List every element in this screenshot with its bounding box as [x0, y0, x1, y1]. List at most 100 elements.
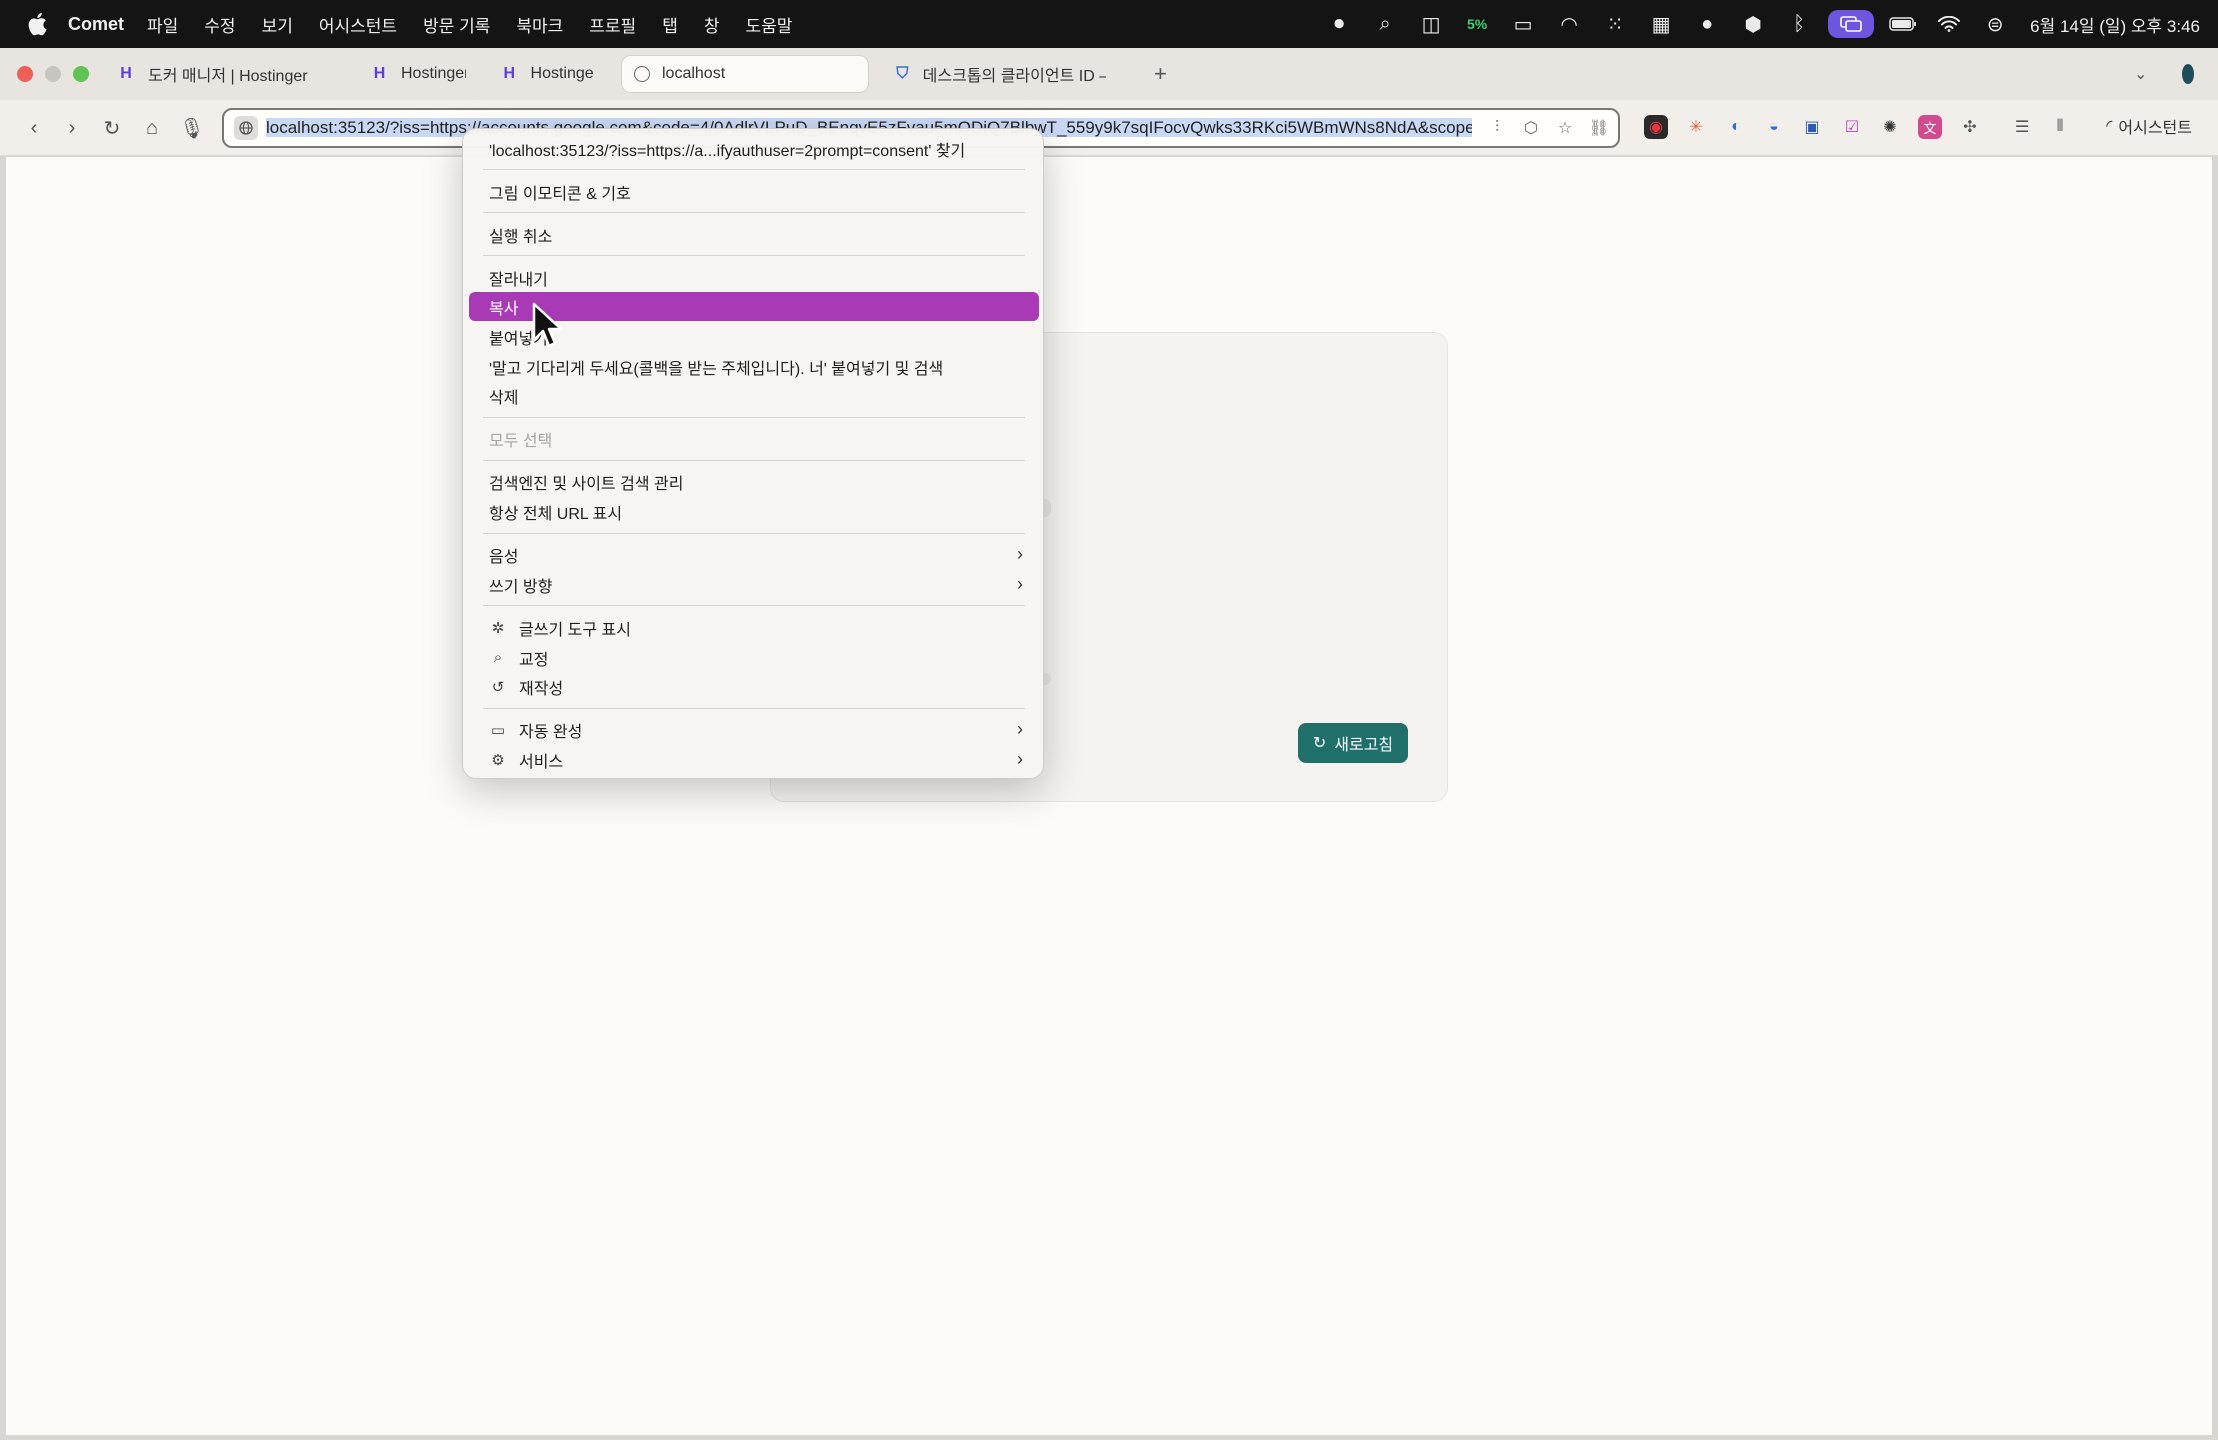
extension-openai-icon[interactable]: ✺	[1878, 115, 1902, 139]
menu-item-select-all[interactable]: 모두 선택	[469, 424, 1039, 453]
menu-tab[interactable]: 탭	[662, 12, 678, 37]
writing-tools-icon: ✲	[491, 619, 505, 637]
menu-history[interactable]: 방문 기록	[423, 12, 490, 37]
chat-bubble-icon[interactable]: ●	[1684, 0, 1730, 48]
reading-list-icon[interactable]: ☰	[2010, 115, 2034, 139]
tab-google-client-id[interactable]: ⛉ 데스크톱의 클라이언트 ID – Goo	[882, 56, 1118, 92]
screenshot-icon[interactable]: ◫	[1408, 0, 1454, 48]
app-menu-comet[interactable]: Comet	[68, 14, 124, 35]
menu-item-label: 재작성	[519, 680, 564, 698]
binoculars-icon[interactable]: ⌕	[1362, 0, 1408, 48]
bluetooth-icon[interactable]: ᛒ	[1776, 0, 1822, 48]
hexagon-icon[interactable]: ⬢	[1730, 0, 1776, 48]
forward-button[interactable]: ›	[56, 112, 88, 144]
window-minimize-button[interactable]	[45, 66, 61, 82]
back-button[interactable]: ‹	[18, 112, 50, 144]
menu-item-label: 서비스	[519, 753, 564, 771]
menu-file[interactable]: 파일	[147, 12, 178, 37]
window-close-button[interactable]	[17, 66, 33, 82]
menu-item-services[interactable]: ⚙ 서비스 ›	[469, 745, 1039, 774]
menu-item-rewrite[interactable]: ↺ 재작성	[469, 672, 1039, 701]
menu-help[interactable]: 도움말	[745, 12, 792, 37]
reload-icon[interactable]: ↻	[96, 112, 128, 144]
menu-bookmarks[interactable]: 북마크	[516, 12, 563, 37]
apple-icon[interactable]	[20, 12, 54, 36]
menu-item-speech[interactable]: 음성 ›	[469, 540, 1039, 569]
extension-check-icon[interactable]: ☑	[1840, 115, 1864, 139]
control-center-icon[interactable]: ⊜	[1972, 0, 2018, 48]
extension-translate-icon[interactable]: 文	[1918, 115, 1942, 139]
display-icon[interactable]: ▭	[1500, 0, 1546, 48]
menu-separator	[483, 533, 1025, 534]
menu-item-label: 자동 완성	[519, 723, 583, 741]
menubar-clock[interactable]: 6월 14일 (일) 오후 3:46	[2030, 12, 2200, 37]
extension-bookmark-icon[interactable]: ▣	[1800, 115, 1824, 139]
menu-item-label: 음성	[489, 548, 519, 566]
battery-percent-label[interactable]: 5%	[1454, 0, 1500, 48]
assistant-button[interactable]: ◜ 어시스턴트	[2106, 114, 2192, 138]
menu-view[interactable]: 보기	[262, 12, 293, 37]
extension-sparkle-icon[interactable]: ✳	[1684, 115, 1708, 139]
windows-grid-icon[interactable]: ▦	[1638, 0, 1684, 48]
menu-item-emoji[interactable]: 그림 이모티콘 & 기호	[469, 177, 1039, 206]
menu-item-writing-tools[interactable]: ✲ 글쓰기 도구 표시	[469, 613, 1039, 642]
audio-wave-icon[interactable]: ⦀	[2048, 115, 2072, 139]
menu-item-delete[interactable]: 삭제	[469, 381, 1039, 410]
refresh-button[interactable]: ↻ 새로고침	[1298, 723, 1408, 763]
menu-item-show-full-url[interactable]: 항상 전체 URL 표시	[469, 497, 1039, 526]
record-icon[interactable]: ⏺	[1316, 0, 1362, 48]
extensions-puzzle-icon[interactable]: ✣	[1958, 115, 1982, 139]
menu-profiles[interactable]: 프로필	[589, 12, 636, 37]
menu-item-writing-direction[interactable]: 쓰기 방향 ›	[469, 570, 1039, 599]
menu-assistant[interactable]: 어시스턴트	[319, 12, 397, 37]
wifi-icon[interactable]	[1926, 0, 1972, 48]
chevron-right-icon: ›	[1017, 544, 1023, 564]
refresh-label: 새로고침	[1334, 737, 1394, 754]
tab-docker-manager[interactable]: H 도커 매니저 | Hostinger	[104, 56, 344, 92]
menu-item-proofread[interactable]: ⌕ 교정	[469, 643, 1039, 672]
gears-icon: ⚙	[491, 751, 505, 769]
microphone-icon[interactable]: 🎙	[176, 112, 208, 144]
globe-icon	[634, 66, 650, 82]
menu-item-cut[interactable]: 잘라내기	[469, 263, 1039, 292]
hostinger-logo-icon: H	[120, 65, 132, 82]
menubar-status-area: ⏺ ⌕ ◫ 5% ▭ ◠ ⁙ ▦ ● ⬢ ᛒ ⊜ 6월 14일 (일) 오후 3…	[1316, 0, 2200, 48]
tune-icon[interactable]: ⫶	[1486, 117, 1508, 139]
tab-title: Hostinger	[530, 65, 594, 82]
link-icon[interactable]: ⛓	[1588, 117, 1610, 139]
site-info-icon[interactable]	[234, 116, 258, 140]
home-icon[interactable]: ⌂	[136, 112, 168, 144]
new-tab-button[interactable]: +	[1142, 56, 1176, 92]
extension-drop-icon[interactable]: ◒	[1762, 115, 1786, 139]
profile-avatar[interactable]	[2170, 56, 2206, 92]
battery-icon[interactable]	[1880, 0, 1926, 48]
extension-circle-icon[interactable]: ◐	[1724, 115, 1748, 139]
menu-item-paste-and-search[interactable]: '말고 기다리게 두세요(콜백을 받는 주체입니다). 너' 붙여넣기 및 검색	[469, 352, 1039, 381]
assistant-label: 어시스턴트	[2118, 120, 2192, 137]
menu-edit[interactable]: 수정	[204, 12, 235, 37]
menu-separator	[483, 212, 1025, 213]
menu-item-manage-search-engines[interactable]: 검색엔진 및 사이트 검색 관리	[469, 467, 1039, 496]
tab-title: 데스크톱의 클라이언트 ID – Goo	[922, 68, 1106, 85]
arc-icon[interactable]: ◠	[1546, 0, 1592, 48]
context-menu: 'localhost:35123/?iss=https://a...ifyaut…	[462, 128, 1044, 779]
menu-window[interactable]: 창	[704, 12, 720, 37]
menu-item-undo[interactable]: 실행 취소	[469, 220, 1039, 249]
window-zoom-button[interactable]	[73, 66, 89, 82]
tab-hostinger-2[interactable]: H Hostinger	[488, 56, 606, 92]
macos-menu-bar: Comet 파일 수정 보기 어시스턴트 방문 기록 북마크 프로필 탭 창 도…	[0, 0, 2218, 48]
rewrite-icon: ↺	[491, 678, 505, 696]
tab-title: localhost	[662, 65, 726, 82]
refresh-icon: ↻	[1312, 735, 1327, 752]
tab-hostinger-1[interactable]: H Hostinger	[358, 56, 478, 92]
tab-localhost[interactable]: localhost	[622, 56, 868, 92]
menu-item-find[interactable]: 'localhost:35123/?iss=https://a...ifyaut…	[469, 134, 1039, 163]
grid-dots-icon[interactable]: ⁙	[1592, 0, 1638, 48]
bookmark-star-icon[interactable]: ☆	[1554, 117, 1576, 139]
screen-mirroring-icon[interactable]	[1828, 10, 1875, 38]
menu-item-label: 교정	[519, 651, 549, 669]
extension-shield-icon[interactable]: ⬡	[1520, 117, 1542, 139]
extension-record-icon[interactable]: ◉	[1644, 115, 1668, 139]
tab-list-chevron-icon[interactable]: ⌄	[2122, 56, 2156, 92]
menu-item-autofill[interactable]: ▭ 자동 완성 ›	[469, 715, 1039, 744]
